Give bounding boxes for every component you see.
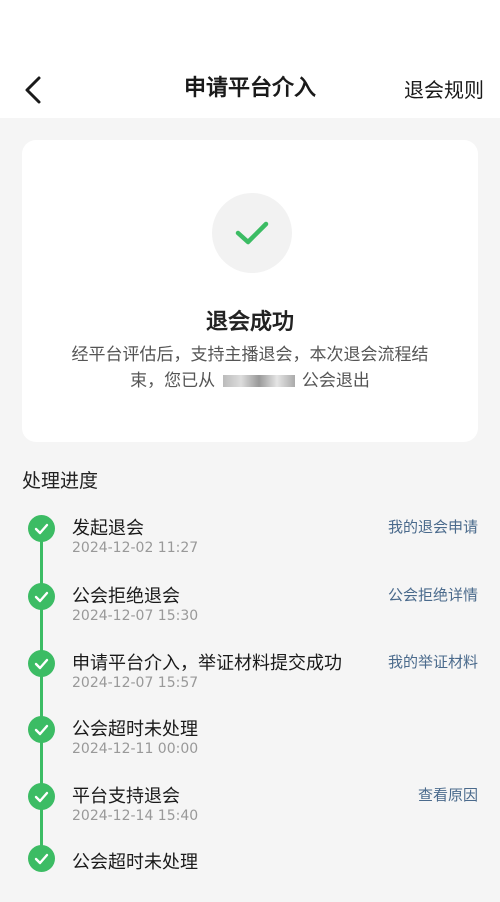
result-desc-suffix: 公会退出 [301, 371, 370, 391]
step-link[interactable]: 公会拒绝详情 [388, 584, 478, 605]
step-time: 2024-12-07 15:30 [72, 608, 199, 624]
result-title: 退会成功 [205, 310, 294, 335]
timeline-step: 公会拒绝退会 2024-12-07 15:30 公会拒绝详情 [0, 580, 500, 640]
step-title: 发起退会 [72, 518, 144, 539]
step-check-icon [28, 515, 55, 542]
step-check-icon [28, 650, 55, 677]
step-link[interactable]: 我的举证材料 [388, 651, 478, 672]
timeline-step: 发起退会 2024-12-02 11:27 我的退会申请 [0, 512, 500, 572]
timeline-step: 申请平台介入，举证材料提交成功 2024-12-07 15:57 我的举证材料 [0, 647, 500, 707]
step-title: 公会超时未处理 [72, 719, 198, 740]
result-description: 经平台评估后，支持主播退会，本次退会流程结 束，您已从 公会退出 [48, 342, 452, 394]
step-title: 公会拒绝退会 [72, 586, 180, 607]
step-link[interactable]: 查看原因 [418, 784, 478, 805]
step-time: 2024-12-11 00:00 [72, 741, 199, 757]
timeline-step: 公会超时未处理 [0, 842, 500, 902]
step-check-icon [28, 583, 55, 610]
top-bar: 申请平台介入 退会规则 [0, 0, 500, 118]
step-time: 2024-12-07 15:57 [72, 675, 199, 691]
result-desc-line1: 经平台评估后，支持主播退会，本次退会流程结 [71, 345, 429, 365]
step-link[interactable]: 我的退会申请 [388, 516, 478, 537]
success-badge [212, 193, 292, 273]
step-check-icon [28, 845, 55, 872]
step-title: 公会超时未处理 [72, 852, 198, 873]
step-title: 平台支持退会 [72, 786, 180, 807]
step-check-icon [28, 783, 55, 810]
step-title: 申请平台介入，举证材料提交成功 [72, 653, 342, 674]
redacted-guild-name [222, 375, 295, 387]
rules-link[interactable]: 退会规则 [404, 74, 484, 106]
result-card: 退会成功 经平台评估后，支持主播退会，本次退会流程结 束，您已从 公会退出 [22, 140, 478, 442]
result-desc-line2: 束，您已从 公会退出 [48, 368, 452, 394]
step-time: 2024-12-14 15:40 [72, 808, 199, 824]
timeline-step: 平台支持退会 2024-12-14 15:40 查看原因 [0, 780, 500, 840]
progress-section-title: 处理进度 [22, 470, 99, 492]
check-icon [235, 221, 269, 245]
step-check-icon [28, 716, 55, 743]
step-time: 2024-12-02 11:27 [72, 540, 199, 556]
result-desc-prefix: 束，您已从 [130, 371, 216, 391]
timeline-step: 公会超时未处理 2024-12-11 00:00 [0, 713, 500, 773]
